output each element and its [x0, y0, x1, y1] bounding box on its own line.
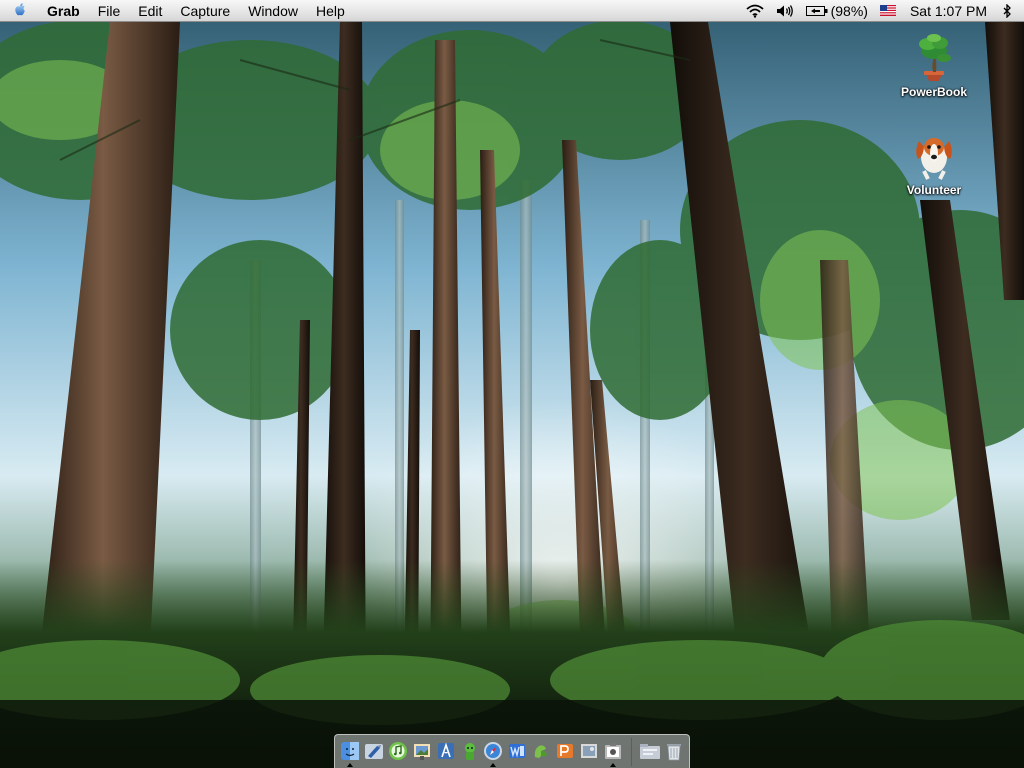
finder-icon[interactable] — [339, 739, 361, 767]
battery-status[interactable]: (98%) — [800, 0, 874, 22]
bonsai-tree-icon — [919, 34, 951, 81]
stickies-icon[interactable] — [530, 739, 552, 765]
running-indicator — [490, 762, 497, 767]
battery-icon — [805, 5, 828, 16]
green-alien-icon[interactable] — [459, 739, 481, 765]
menu-window[interactable]: Window — [239, 0, 307, 22]
grab-icon[interactable] — [602, 739, 624, 767]
desktop-icon-label: Volunteer — [906, 183, 962, 197]
menu-file[interactable]: File — [89, 0, 130, 22]
menu-help[interactable]: Help — [307, 0, 354, 22]
desktop-icon-label: PowerBook — [900, 85, 967, 99]
running-indicator — [346, 762, 353, 767]
menu-bar: Grab File Edit Capture Window Help (98%) — [0, 0, 1024, 22]
mail-icon[interactable] — [363, 739, 385, 765]
battery-percent: (98%) — [830, 2, 868, 19]
xcode-icon[interactable] — [435, 739, 457, 765]
folder-icon[interactable] — [639, 739, 661, 765]
desktop-icon-volunteer[interactable]: Volunteer — [889, 131, 979, 199]
iphoto-icon[interactable] — [411, 739, 433, 765]
desktop-wallpaper — [0, 0, 1024, 768]
running-indicator — [610, 762, 617, 767]
us-flag-icon[interactable] — [874, 0, 902, 22]
wifi-icon[interactable] — [740, 0, 770, 22]
trash-icon[interactable] — [663, 739, 685, 765]
menu-edit[interactable]: Edit — [129, 0, 171, 22]
menu-app-grab[interactable]: Grab — [40, 0, 89, 22]
safari-icon[interactable] — [483, 739, 505, 767]
menu-capture[interactable]: Capture — [171, 0, 239, 22]
dock — [334, 734, 690, 768]
preview-icon[interactable] — [578, 739, 600, 765]
menubar-clock[interactable]: Sat 1:07 PM — [902, 0, 997, 22]
desktop-icon-powerbook[interactable]: PowerBook — [889, 33, 979, 101]
dock-separator — [631, 737, 633, 766]
bluetooth-icon[interactable] — [997, 0, 1024, 22]
dog-icon — [916, 138, 952, 180]
powerpoint-icon[interactable] — [554, 739, 576, 765]
word-icon[interactable] — [506, 739, 528, 765]
itunes-icon[interactable] — [387, 739, 409, 765]
volume-icon[interactable] — [770, 0, 800, 22]
apple-icon[interactable] — [0, 0, 40, 22]
